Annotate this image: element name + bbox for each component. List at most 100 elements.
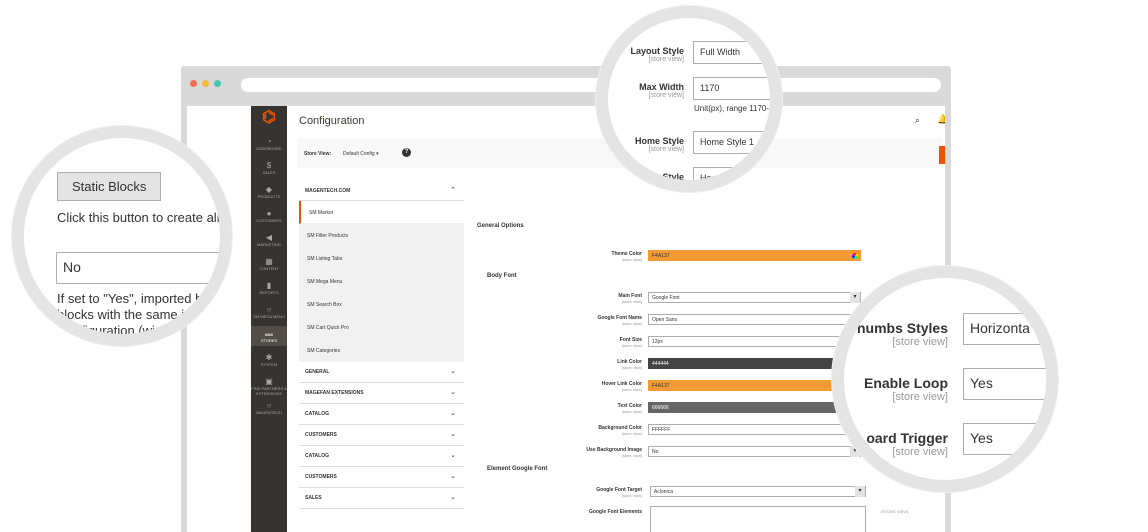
sidebar-item-products[interactable]: ◆ PRODUCTS — [251, 182, 287, 202]
config-tab-group[interactable]: MAGEFAN EXTENSIONS ⌄ — [299, 383, 464, 404]
megaphone-icon: ◀ — [265, 233, 273, 242]
magento-logo-icon[interactable]: ⌬ — [259, 108, 279, 128]
main-font-label: Main Font [store view] — [618, 293, 642, 304]
store-icon: ▬ — [265, 329, 273, 338]
config-tab-item[interactable]: SM Market — [299, 201, 464, 224]
address-bar[interactable] — [241, 78, 941, 92]
sidebar-item-label: CONTENT — [259, 266, 279, 271]
config-tab-item[interactable]: SM Mega Menu — [299, 270, 464, 293]
link-color-label: Link Color [store view] — [617, 359, 642, 370]
enable-loop-select[interactable]: Yes — [963, 368, 1046, 400]
puzzle-icon: ▣ — [265, 377, 273, 386]
config-tab-group[interactable]: CATALOG ⌄ — [299, 446, 464, 467]
config-tab-label: SM Cart Quick Pro — [307, 325, 349, 331]
maximize-dot[interactable] — [214, 80, 221, 87]
config-tab-item[interactable]: SM Filter Products — [299, 224, 464, 247]
home-style-select[interactable]: Home Style 1 — [693, 131, 770, 154]
sidebar-item-label: STORES — [260, 338, 278, 343]
config-tab-group-label: CUSTOMERS — [305, 474, 337, 480]
thumbs-styles-select[interactable]: Horizonta — [963, 313, 1046, 345]
section-element-google-font: Element Google Font — [487, 466, 548, 472]
tab-group-magentech[interactable]: MAGENTECH.COM ⌃ — [299, 181, 464, 201]
google-font-target-select[interactable]: Aclonica — [650, 486, 866, 497]
overwrite-note-line1: If set to "Yes", imported b — [57, 291, 203, 306]
scope-dropdown[interactable]: Default Config ▾ — [343, 151, 379, 157]
zoom-circle-static-blocks: Static Blocks Click this button to creat… — [12, 126, 232, 346]
sidebar-item-customers[interactable]: ● CUSTOMERS — [251, 206, 287, 226]
gear-icon: ✱ — [265, 353, 273, 362]
dashboard-icon: ◔ — [266, 137, 272, 146]
zoom-circle-layout: Layout Style [store view] Full Width Max … — [596, 6, 782, 192]
sidebar-item-marketing[interactable]: ◀ MARKETING — [251, 230, 287, 250]
sidebar-item-magentech[interactable]: ○ MAGENTECH — [251, 398, 287, 418]
sidebar-item-label: SYSTEM — [260, 362, 278, 367]
text-color-label: Text Color [store view] — [617, 403, 642, 414]
browser-window: ⌬ ◔ DASHBOARD $ SALES ◆ PRODUCTS ● CUSTOMERS ◀ MA… — [181, 66, 951, 532]
notification-bell-icon[interactable]: 🔔 — [937, 114, 945, 125]
sidebar-item-sm-mega-menu[interactable]: ○ SM MEGA MENU — [251, 302, 287, 322]
theme-color-input[interactable]: F4A137 — [648, 250, 861, 261]
text-color-input[interactable]: 666666 — [648, 402, 861, 413]
static-blocks-button[interactable]: Static Blocks — [57, 172, 162, 201]
person-icon: ● — [266, 209, 272, 218]
use-background-image-select[interactable]: No — [648, 446, 861, 457]
config-tab-item[interactable]: SM Listing Tabs — [299, 247, 464, 270]
sidebar-item-stores[interactable]: ▬ STORES — [251, 326, 287, 346]
save-config-button[interactable] — [939, 146, 945, 164]
background-color-input[interactable]: FFFFFF — [648, 424, 861, 435]
minimize-dot[interactable] — [202, 80, 209, 87]
google-font-name-select[interactable]: Open Sans — [648, 314, 861, 325]
config-tab-item[interactable]: SM Search Box — [299, 293, 464, 316]
overwrite-blocks-select[interactable]: No — [56, 252, 220, 284]
close-dot[interactable] — [190, 80, 197, 87]
sidebar-item-find-partners-extensions[interactable]: ▣ FIND PARTNERS & EXTENSIONS — [251, 374, 287, 399]
help-icon[interactable]: ? — [402, 148, 411, 157]
sidebar-item-label: CUSTOMERS — [256, 218, 282, 223]
circle-icon: ○ — [266, 305, 272, 314]
keyboard-trigger-label: oard Trigger [store view] — [866, 430, 948, 458]
config-tab-group[interactable]: CUSTOMERS ⌄ — [299, 467, 464, 488]
sidebar-item-label: DASHBOARD — [256, 146, 282, 151]
theme-color-label: Theme Color [store view] — [611, 251, 642, 262]
font-size-label: Font Size [store view] — [619, 337, 642, 348]
main-font-select[interactable]: Google Font — [648, 292, 861, 303]
chevron-down-icon: ⌄ — [450, 473, 456, 480]
link-color-input[interactable]: 444444 — [648, 358, 861, 369]
use-background-image-label: Use Background Image [store view] — [586, 447, 642, 458]
layout-icon: ▦ — [265, 257, 273, 266]
font-size-select[interactable]: 12px — [648, 336, 861, 347]
stage: ⌬ ◔ DASHBOARD $ SALES ◆ PRODUCTS ● CUSTOMERS ◀ MA… — [0, 0, 1148, 532]
sidebar-item-content[interactable]: ▦ CONTENT — [251, 254, 287, 274]
overwrite-note-line3: nfiguration (wi — [74, 323, 155, 338]
config-tab-group[interactable]: GENERAL ⌄ — [299, 362, 464, 383]
max-width-input[interactable]: 1170 — [693, 77, 770, 100]
config-tab-group-label: MAGEFAN EXTENSIONS — [305, 390, 364, 396]
layout-style-label: Layout Style [store view] — [630, 46, 684, 63]
google-font-elements-label: Google Font Elements — [588, 509, 642, 515]
overwrite-note-line2: blocks with the same i — [57, 307, 185, 322]
keyboard-trigger-select[interactable]: Yes — [963, 423, 1046, 455]
sidebar-item-sales[interactable]: $ SALES — [251, 158, 287, 178]
config-tab-item[interactable]: SM Cart Quick Pro — [299, 316, 464, 339]
config-tab-item[interactable]: SM Categories — [299, 339, 464, 362]
sidebar-item-system[interactable]: ✱ SYSTEM — [251, 350, 287, 370]
sidebar-item-reports[interactable]: ▮ REPORTS — [251, 278, 287, 298]
config-tab-group[interactable]: CATALOG ⌄ — [299, 404, 464, 425]
admin-sidebar: ⌬ ◔ DASHBOARD $ SALES ◆ PRODUCTS ● CUSTOMERS ◀ MA… — [251, 106, 287, 532]
page-title: Configuration — [299, 115, 365, 127]
layout-style-select[interactable]: Full Width — [693, 41, 770, 64]
main-content: Configuration ⌕ 🔔 Store View: Default Co… — [287, 106, 945, 532]
google-font-target-label: Google Font Target [store view] — [596, 487, 642, 498]
search-icon[interactable]: ⌕ — [915, 115, 920, 126]
config-tab-label: SM Listing Tabs — [307, 256, 343, 262]
hover-link-color-input[interactable]: F4A137 — [648, 380, 861, 391]
config-tab-group[interactable]: CUSTOMERS ⌄ — [299, 425, 464, 446]
config-tab-label: SM Market — [309, 210, 334, 216]
google-font-elements-textarea[interactable] — [650, 506, 866, 532]
color-picker-icon[interactable] — [852, 253, 858, 259]
chevron-down-icon: ⌄ — [450, 452, 456, 459]
config-tab-group[interactable]: SALES ⌄ — [299, 488, 464, 509]
chevron-up-icon: ⌃ — [450, 187, 456, 194]
hover-link-color-label: Hover Link Color [store view] — [601, 381, 642, 392]
sidebar-item-dashboard[interactable]: ◔ DASHBOARD — [251, 134, 287, 154]
